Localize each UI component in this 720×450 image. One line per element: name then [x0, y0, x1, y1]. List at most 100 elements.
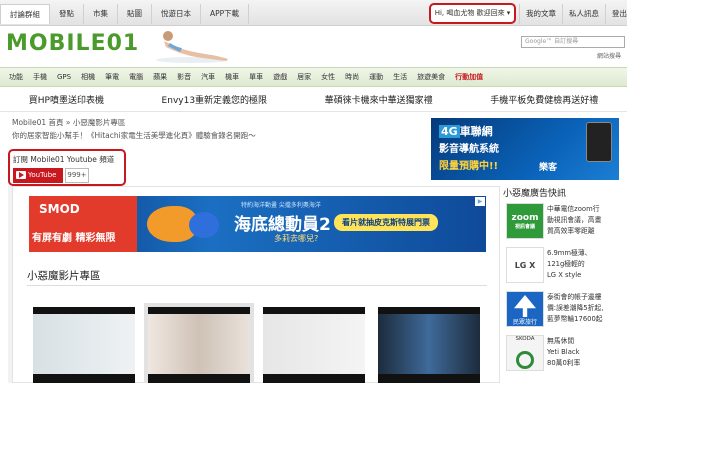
- category-item[interactable]: 影音: [172, 72, 196, 82]
- skoda-logo-text: ŠKODA: [515, 336, 535, 342]
- category-item[interactable]: GPS: [52, 73, 76, 81]
- sidebar-ad-item[interactable]: LG X style 6.9mm極薄、 121g極輕的 LG X style: [506, 247, 618, 285]
- category-item[interactable]: 居家: [292, 72, 316, 82]
- video-frame-image: [33, 314, 135, 374]
- topnav-item-market[interactable]: 市集: [84, 4, 118, 24]
- ad-brand-logo: SMOD: [39, 202, 80, 216]
- category-item-mobile-plus[interactable]: 行動加值: [450, 72, 488, 82]
- skoda-logo-icon: ŠKODA: [506, 335, 544, 371]
- ad-text-line: 質高效率零距離: [547, 227, 595, 235]
- subscribe-title: 訂閱 Mobile01 Youtube 頻道: [13, 155, 115, 164]
- user-menu-dropdown[interactable]: Hi, 喝血尤物 歡迎回來 ▾: [429, 3, 516, 24]
- lg-x-style-logo-icon: LG X style: [506, 247, 544, 283]
- zoom-logo-text: zoom: [511, 213, 539, 223]
- category-item[interactable]: 機車: [220, 72, 244, 82]
- zoom-logo-subtext: 視訊會議: [514, 224, 535, 230]
- youtube-button-label: YouTube: [28, 171, 57, 179]
- page: 討論群組 發點 市集 貼圖 悅遊日本 APP下載 Hi, 喝血尤物 歡迎回來 ▾…: [0, 0, 627, 383]
- sidebar-ad-text: 無馬休閒 Yeti Black 80萬0利率: [547, 336, 619, 369]
- video-thumbnail[interactable]: [378, 307, 480, 383]
- section-title: 小惡魔影片專區: [27, 270, 101, 282]
- promo-bar: 買HP噴墨送印表機 Envy13重新定義您的極限 華碩徠卡機來中華送獨家禮 手機…: [0, 88, 627, 112]
- topnav-item-forum[interactable]: 討論群組: [0, 4, 50, 24]
- ad-cta-button[interactable]: 看片就抽皮克斯特展門票: [334, 214, 438, 231]
- category-item[interactable]: 汽車: [196, 72, 220, 82]
- announcement-link[interactable]: 你的居家智能小幫手！《Hitachi家電生活美學進化頁》體驗會錄名開跑～: [12, 130, 256, 141]
- video-frame-image: [378, 314, 480, 374]
- ad-slogan: 有屏有劇 精彩無限: [32, 233, 116, 244]
- zoom-logo-icon: zoom 視訊會議: [506, 203, 544, 239]
- main-content: SMOD 有屏有劇 精彩無限 特約海洋動畫 尖擋多利奧海洋 海底總動員2 多莉去…: [12, 186, 500, 383]
- sidebar-title: 小惡魔廣告快訊: [503, 189, 567, 199]
- arrow-icon: [514, 295, 536, 317]
- category-item[interactable]: 運動: [364, 72, 388, 82]
- sidebar-ad-item[interactable]: 民眾旅行 泰街會的帳子邊樓 價:誤差潮降5折起, 藍夢幣輪17600起: [506, 291, 618, 329]
- ad-text-line: 6.9mm極薄、: [547, 249, 592, 257]
- ad-text-line: 動視訊會議，高畫: [547, 216, 602, 224]
- car-nav-ad-banner[interactable]: 4G 車聯網 影音導航系統 限量預購中!! 樂客: [431, 118, 619, 180]
- breadcrumb[interactable]: Mobile01 首頁 » 小惡魔影片專區: [12, 117, 125, 128]
- top-bar: 討論群組 發點 市集 貼圖 悅遊日本 APP下載 Hi, 喝血尤物 歡迎回來 ▾…: [0, 0, 627, 26]
- ad-text-line: LG X style: [547, 271, 582, 279]
- ad-news-sidebar: 小惡魔廣告快訊 zoom 視訊會議 中華電信zoom行 動視訊會議，高畫 質高效…: [500, 186, 620, 383]
- ad-choices-icon[interactable]: ▶: [475, 197, 485, 206]
- ad-text-line: Yeti Black: [547, 348, 580, 356]
- travel-logo-text: 民眾旅行: [512, 319, 537, 326]
- ad-movie-title: 海底總動員2: [234, 215, 331, 235]
- promo-link[interactable]: 華碩徠卡機來中華送獨家禮: [325, 93, 433, 106]
- logout-link[interactable]: 登出: [605, 4, 627, 24]
- promo-link[interactable]: 買HP噴墨送印表機: [29, 93, 104, 106]
- category-item[interactable]: 生活: [388, 72, 412, 82]
- category-item[interactable]: 時尚: [340, 72, 364, 82]
- promo-link[interactable]: 手機平板免費健檢再送好禮: [490, 93, 598, 106]
- video-frame-image: [148, 314, 250, 374]
- category-item[interactable]: 旅遊美食: [412, 72, 450, 82]
- video-thumbnail[interactable]: [263, 307, 365, 383]
- ad-text-line: 121g極輕的: [547, 260, 585, 268]
- ad-text-line: 中華電信zoom行: [547, 205, 600, 213]
- header-model-image: [156, 31, 228, 63]
- ad-movie-subtitle: 多莉去哪兒?: [274, 234, 319, 243]
- category-item[interactable]: 電腦: [124, 72, 148, 82]
- category-item[interactable]: 功能: [4, 72, 28, 82]
- category-item[interactable]: 蘋果: [148, 72, 172, 82]
- ad-line2: 影音導航系統: [439, 144, 499, 155]
- ad-line3: 限量預購中!!: [439, 161, 499, 172]
- topnav-item-photos[interactable]: 貼圖: [118, 4, 152, 24]
- youtube-subscribe-button[interactable]: YouTube: [13, 168, 63, 183]
- movie-ad-banner[interactable]: SMOD 有屏有劇 精彩無限 特約海洋動畫 尖擋多利奧海洋 海底總動員2 多莉去…: [29, 196, 486, 252]
- topnav-item-app[interactable]: APP下載: [201, 4, 250, 24]
- category-item[interactable]: 筆電: [100, 72, 124, 82]
- youtube-icon: [16, 171, 26, 179]
- sidebar-ad-item[interactable]: zoom 視訊會議 中華電信zoom行 動視訊會議，高畫 質高效率零距離: [506, 203, 618, 241]
- category-item[interactable]: 相機: [76, 72, 100, 82]
- ad-text-line: 無馬休閒: [547, 337, 575, 345]
- video-thumbnail[interactable]: [33, 307, 135, 383]
- promo-link[interactable]: Envy13重新定義您的極限: [162, 93, 268, 106]
- ad-text-line: 藍夢幣輪17600起: [547, 315, 603, 323]
- topnav-item-post[interactable]: 發點: [50, 4, 84, 24]
- video-frame-image: [263, 314, 365, 374]
- sidebar-ad-item[interactable]: ŠKODA 無馬休閒 Yeti Black 80萬0利率: [506, 335, 618, 373]
- site-logo[interactable]: MOBILE01: [6, 31, 139, 56]
- site-header: MOBILE01 Google™ 自訂搜尋 網站搜尋: [0, 27, 627, 67]
- sidebar-ad-text: 6.9mm極薄、 121g極輕的 LG X style: [547, 248, 619, 281]
- video-thumbnail[interactable]: [144, 303, 254, 383]
- search-input[interactable]: Google™ 自訂搜尋: [521, 36, 625, 48]
- subscriber-count: 999+: [65, 168, 89, 183]
- topnav-item-japan[interactable]: 悅遊日本: [152, 4, 201, 24]
- site-search-link[interactable]: 網站搜尋: [597, 51, 621, 60]
- ad-text-line: 泰街會的帳子邊樓: [547, 293, 602, 301]
- category-item[interactable]: 單車: [244, 72, 268, 82]
- category-item[interactable]: 女性: [316, 72, 340, 82]
- my-articles-link[interactable]: 我的文章: [519, 4, 562, 24]
- sidebar-ad-text: 中華電信zoom行 動視訊會議，高畫 質高效率零距離: [547, 204, 619, 237]
- skoda-ring-icon: [516, 351, 534, 369]
- private-messages-link[interactable]: 私人訊息: [562, 4, 605, 24]
- category-item[interactable]: 遊戲: [268, 72, 292, 82]
- category-item[interactable]: 手機: [28, 72, 52, 82]
- ad-device-image: [586, 122, 612, 162]
- ad-line1: 車聯網: [459, 125, 493, 138]
- section-divider: [27, 285, 487, 286]
- ad-4g-badge: 4G: [439, 125, 460, 138]
